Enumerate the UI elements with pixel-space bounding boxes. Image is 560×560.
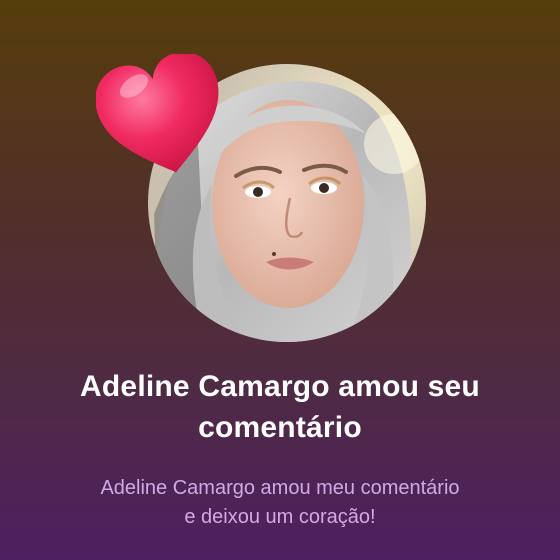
love-notification-card: Adeline Camargo amou seu comentário Adel… <box>0 0 560 560</box>
subtitle-line-1: Adeline Camargo amou meu comentário <box>100 477 460 499</box>
notification-title: Adeline Camargo amou seu comentário <box>20 366 540 448</box>
notification-subtitle: Adeline Camargo amou meu comentário e de… <box>20 474 540 532</box>
title-line-1: Adeline Camargo amou seu <box>80 370 480 403</box>
title-line-2: comentário <box>198 411 362 444</box>
subtitle-line-2: e deixou um coração! <box>184 506 376 528</box>
heart-icon <box>96 54 228 180</box>
